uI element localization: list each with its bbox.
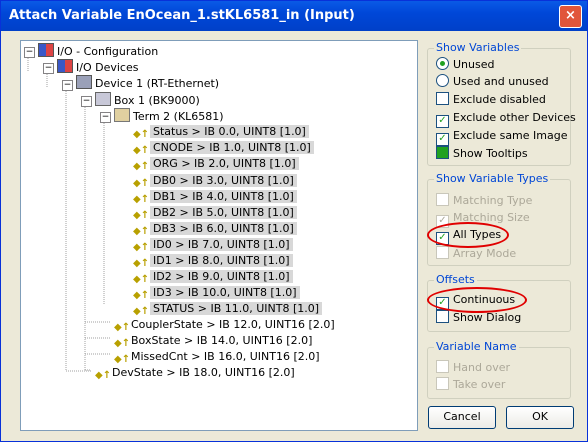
input-var-icon: ◆↑ — [133, 242, 150, 253]
io-devices-icon — [57, 59, 73, 73]
variable-tree[interactable]: − I/O - Configuration − I/O Devices − De… — [20, 40, 418, 431]
tree-var[interactable]: ◆↑ CNODE > IB 1.0, UINT8 [1.0] — [133, 140, 314, 156]
radio-used-and-unused[interactable]: Used and unused — [436, 74, 549, 90]
variable-name-group: Variable Name Hand over Take over — [427, 340, 571, 399]
tree-io-devices[interactable]: I/O Devices — [57, 59, 138, 75]
input-var-icon: ◆↑ — [133, 145, 150, 156]
tree-box-var[interactable]: ◆↑CouplerState > IB 12.0, UINT16 [2.0] — [114, 317, 335, 333]
input-var-icon: ◆↑ — [133, 161, 150, 172]
device-icon — [76, 75, 92, 89]
checkbox-take-over[interactable]: Take over — [436, 377, 505, 393]
close-button[interactable]: × — [559, 5, 582, 28]
tree-term[interactable]: Term 2 (KL6581) — [114, 108, 224, 124]
tree-var[interactable]: ◆↑ Status > IB 0.0, UINT8 [1.0] — [133, 124, 309, 140]
tree-var[interactable]: ◆↑ ID1 > IB 8.0, UINT8 [1.0] — [133, 253, 293, 269]
tree-var[interactable]: ◆↑ DB2 > IB 5.0, UINT8 [1.0] — [133, 205, 297, 221]
title-bar: Attach Variable EnOcean_1.stKL6581_in (I… — [1, 1, 587, 31]
tree-box-var[interactable]: ◆↑BoxState > IB 14.0, UINT16 [2.0] — [114, 333, 312, 349]
input-var-icon: ◆↑ — [133, 306, 150, 317]
checkbox-show-tooltips[interactable]: Show Tooltips — [436, 146, 528, 162]
tree-var[interactable]: ◆↑ STATUS > IB 11.0, UINT8 [1.0] — [133, 301, 323, 317]
box-icon — [95, 92, 111, 106]
tree-device[interactable]: Device 1 (RT-Ethernet) — [76, 75, 219, 91]
tree-var[interactable]: ◆↑ ID0 > IB 7.0, UINT8 [1.0] — [133, 237, 293, 253]
tree-var[interactable]: ◆↑ DB0 > IB 3.0, UINT8 [1.0] — [133, 173, 297, 189]
tree-var[interactable]: ◆↑ ID3 > IB 10.0, UINT8 [1.0] — [133, 285, 300, 301]
input-var-icon: ◆↑ — [133, 258, 150, 269]
window-title: Attach Variable EnOcean_1.stKL6581_in (I… — [9, 8, 355, 23]
ok-button[interactable]: OK — [506, 406, 574, 429]
io-config-icon — [38, 43, 54, 57]
collapse-toggle[interactable]: − — [100, 112, 111, 123]
show-variables-group: Show Variables Unused Used and unused Ex… — [427, 41, 576, 166]
checkbox-exclude-disabled[interactable]: Exclude disabled — [436, 92, 546, 108]
collapse-toggle[interactable]: − — [62, 80, 73, 91]
tree-root[interactable]: I/O - Configuration — [38, 43, 158, 59]
collapse-toggle[interactable]: − — [43, 63, 54, 74]
input-var-icon: ◆↑ — [114, 338, 131, 349]
input-var-icon: ◆↑ — [133, 290, 150, 301]
collapse-toggle[interactable]: − — [24, 47, 35, 58]
tree-var[interactable]: ◆↑ ID2 > IB 9.0, UINT8 [1.0] — [133, 269, 293, 285]
checkbox-exclude-same-image[interactable]: ✓ Exclude same Image — [436, 128, 568, 146]
input-var-icon: ◆↑ — [114, 322, 131, 333]
checkbox-matching-type[interactable]: Matching Type — [436, 193, 532, 209]
dialog-window: Attach Variable EnOcean_1.stKL6581_in (I… — [0, 0, 588, 442]
input-var-icon: ◆↑ — [133, 210, 150, 221]
input-var-icon: ◆↑ — [133, 129, 150, 140]
highlight-ellipse — [427, 287, 527, 313]
input-var-icon: ◆↑ — [95, 370, 112, 381]
terminal-icon — [114, 108, 130, 122]
tree-box-var[interactable]: ◆↑MissedCnt > IB 16.0, UINT16 [2.0] — [114, 349, 320, 365]
collapse-toggle[interactable]: − — [81, 96, 92, 107]
tree-var[interactable]: ◆↑ ORG > IB 2.0, UINT8 [1.0] — [133, 156, 299, 172]
checkbox-exclude-other-devices[interactable]: ✓ Exclude other Devices — [436, 110, 576, 128]
tree-box[interactable]: Box 1 (BK9000) — [95, 92, 200, 108]
input-var-icon: ◆↑ — [133, 226, 150, 237]
tree-devstate[interactable]: ◆↑DevState > IB 18.0, UINT16 [2.0] — [95, 365, 295, 381]
input-var-icon: ◆↑ — [133, 194, 150, 205]
checkbox-array-mode[interactable]: Array Mode — [436, 246, 516, 262]
checkbox-hand-over[interactable]: Hand over — [436, 360, 510, 376]
radio-unused[interactable]: Unused — [436, 57, 494, 73]
tree-var[interactable]: ◆↑ DB3 > IB 6.0, UINT8 [1.0] — [133, 221, 297, 237]
highlight-ellipse — [427, 222, 509, 248]
input-var-icon: ◆↑ — [114, 354, 131, 365]
input-var-icon: ◆↑ — [133, 274, 150, 285]
tree-var[interactable]: ◆↑ DB1 > IB 4.0, UINT8 [1.0] — [133, 189, 297, 205]
input-var-icon: ◆↑ — [133, 178, 150, 189]
cancel-button[interactable]: Cancel — [428, 406, 496, 429]
